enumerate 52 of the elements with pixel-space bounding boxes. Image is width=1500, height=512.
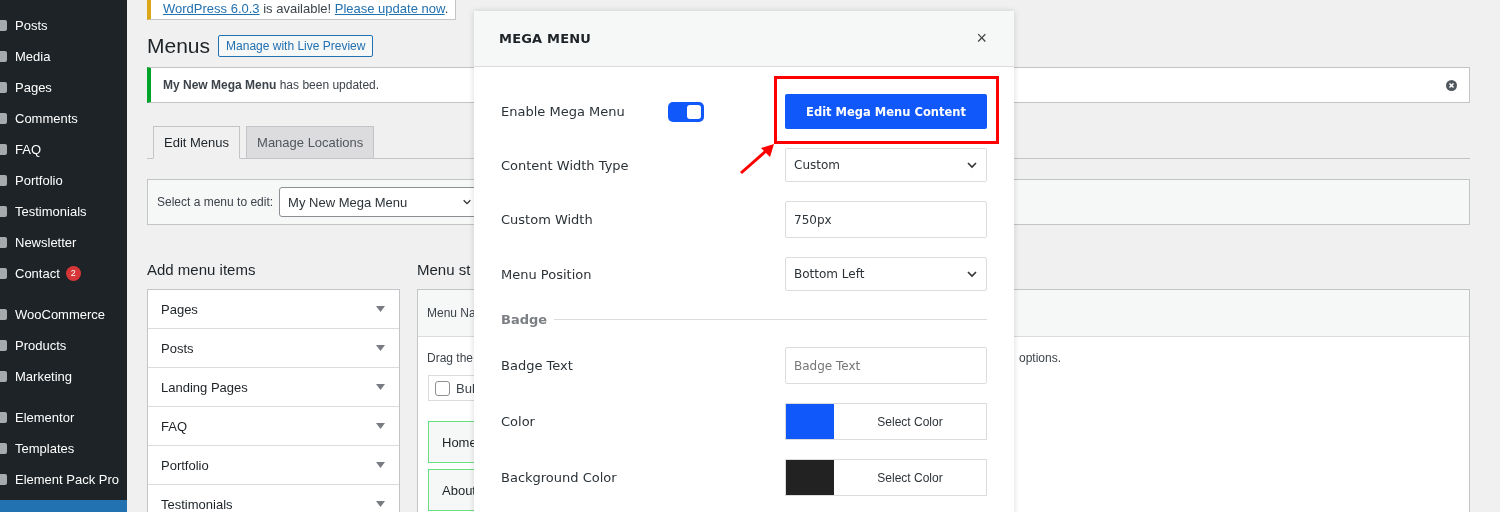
field-label: Enable Mega Menu (501, 104, 626, 119)
color-picker[interactable]: Select Color (785, 403, 987, 440)
sidebar-item[interactable]: Pages (0, 72, 127, 103)
sidebar-item[interactable]: FAQ (0, 134, 127, 165)
sidebar-item[interactable]: Products (0, 330, 127, 361)
sidebar-item[interactable]: Posts (0, 10, 127, 41)
accordion-item[interactable]: Testimonials (148, 485, 399, 512)
accordion-item[interactable]: FAQ (148, 407, 399, 446)
sidebar-item[interactable]: Templates (0, 433, 127, 464)
field-label: Badge Text (501, 358, 573, 373)
section-title: Menu st (417, 261, 471, 277)
select-field[interactable]: Custom (785, 148, 987, 182)
field-label: Color (501, 414, 535, 429)
accordion-item[interactable]: Landing Pages (148, 368, 399, 407)
update-link[interactable]: Please update now (334, 1, 445, 16)
edit-content-button[interactable]: Edit Mega Menu Content (785, 94, 987, 129)
field-label: Menu Position (501, 266, 592, 282)
field-label: Content Width Type (501, 157, 629, 173)
sidebar-item[interactable]: Portfolio (0, 165, 127, 196)
field-label: Custom Width (501, 212, 593, 227)
page-title: Menus (147, 34, 211, 58)
tab[interactable]: Edit Menus (153, 126, 241, 159)
color-picker[interactable]: Select Color (785, 459, 987, 496)
version-link[interactable]: WordPress 6.0.3 (163, 1, 260, 16)
input-field[interactable]: 750px (785, 201, 987, 238)
sidebar-item[interactable]: Element Pack Pro (0, 464, 127, 495)
field-label: Background Color (501, 470, 617, 485)
notice-text: My New Mega Menu has been updated. (163, 78, 380, 92)
sidebar-item[interactable]: Testimonials (0, 196, 127, 227)
close-button[interactable]: × (976, 28, 987, 49)
live-preview-button[interactable]: Manage with Live Preview (218, 35, 374, 57)
accordion-item[interactable]: Posts (148, 329, 399, 368)
sidebar-item[interactable]: WooCommerce (0, 299, 127, 330)
tab[interactable]: Manage Locations (246, 126, 375, 159)
hint-text: Drag the (427, 351, 475, 365)
modal-title: MEGA MENU (499, 31, 592, 46)
select-field[interactable]: Bottom Left (785, 257, 987, 291)
section-title: Add menu items (147, 261, 256, 277)
picker-label: Select a menu to edit: (157, 195, 274, 209)
sidebar-item[interactable]: Marketing (0, 361, 127, 392)
sidebar-item[interactable]: Contact 2 (0, 258, 127, 289)
accordion-item[interactable]: Portfolio (148, 446, 399, 485)
hint-text: options. (1019, 351, 1062, 365)
accordion-item[interactable]: Pages (148, 290, 399, 329)
input-field[interactable]: Badge Text (785, 347, 987, 384)
update-notice: WordPress 6.0.3 is available! Please update now. (147, 0, 456, 20)
count-badge: 2 (65, 266, 81, 281)
sidebar-item[interactable]: Comments (0, 103, 127, 134)
section-heading: Badge (501, 311, 548, 327)
sidebar-item[interactable]: Elementor (0, 402, 127, 433)
sidebar-item[interactable]: Newsletter (0, 227, 127, 258)
sidebar-item[interactable]: Media (0, 41, 127, 72)
